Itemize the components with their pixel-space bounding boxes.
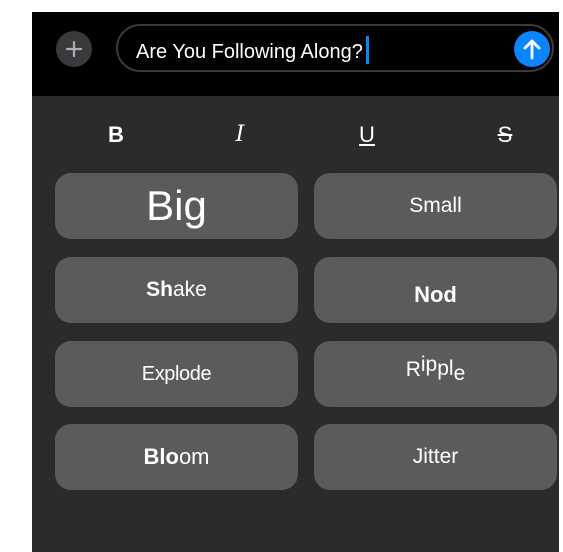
ripple-letter-l: l	[448, 357, 454, 380]
shake-label-strong-part: Sh	[146, 278, 173, 301]
explode-effect-button[interactable]: Explode	[55, 341, 298, 407]
underline-button[interactable]: U	[347, 120, 387, 150]
shake-effect-label: Shake	[146, 278, 207, 302]
ripple-effect-button[interactable]: Ripple	[314, 341, 557, 407]
strikethrough-button[interactable]: S	[485, 120, 525, 150]
big-effect-button[interactable]: Big	[55, 173, 298, 239]
small-effect-button[interactable]: Small	[314, 173, 557, 239]
bloom-effect-label: Bloom	[143, 444, 209, 470]
message-text-content: Are You Following Along?	[136, 41, 363, 63]
bloom-effect-button[interactable]: Bloom	[55, 424, 298, 490]
nod-effect-label: Nod	[414, 282, 457, 307]
explode-effect-label: Explode	[141, 362, 212, 385]
text-effects-grid: Big Small Shake Nod Explode Ripple Bloom	[32, 172, 559, 494]
plus-icon	[65, 40, 83, 58]
shake-label-rest: ake	[172, 278, 207, 301]
jitter-effect-label: Jitter	[412, 445, 459, 468]
message-input-bar: Are You Following Along?	[32, 12, 559, 96]
text-effects-screen: Are You Following Along? B I U S Big Sma…	[32, 12, 559, 552]
message-text-field[interactable]: Are You Following Along?	[116, 24, 554, 72]
ripple-letter-e: e	[453, 362, 466, 385]
bloom-label-strong-part: Blo	[143, 444, 179, 469]
arrow-up-icon	[523, 39, 541, 60]
formatting-toolbar: B I U S	[32, 120, 559, 150]
italic-button[interactable]: I	[220, 120, 260, 150]
message-text-value[interactable]: Are You Following Along?	[136, 36, 369, 64]
ripple-letter-p-second: p	[437, 357, 449, 380]
small-effect-label: Small	[409, 194, 462, 217]
big-effect-label: Big	[146, 182, 207, 229]
ripple-effect-label: Ripple	[405, 353, 466, 385]
shake-effect-button[interactable]: Shake	[55, 257, 298, 323]
nod-effect-button[interactable]: Nod	[314, 257, 557, 323]
bloom-label-rest: om	[178, 444, 210, 469]
bold-button[interactable]: B	[96, 120, 136, 150]
text-cursor	[365, 36, 369, 64]
ripple-letter-p-first: p	[425, 353, 438, 376]
ripple-letter-i: i	[420, 353, 426, 376]
send-button[interactable]	[514, 31, 550, 67]
add-attachment-button[interactable]	[56, 31, 92, 67]
ripple-letter-r: R	[405, 358, 421, 381]
jitter-effect-button[interactable]: Jitter	[314, 424, 557, 490]
